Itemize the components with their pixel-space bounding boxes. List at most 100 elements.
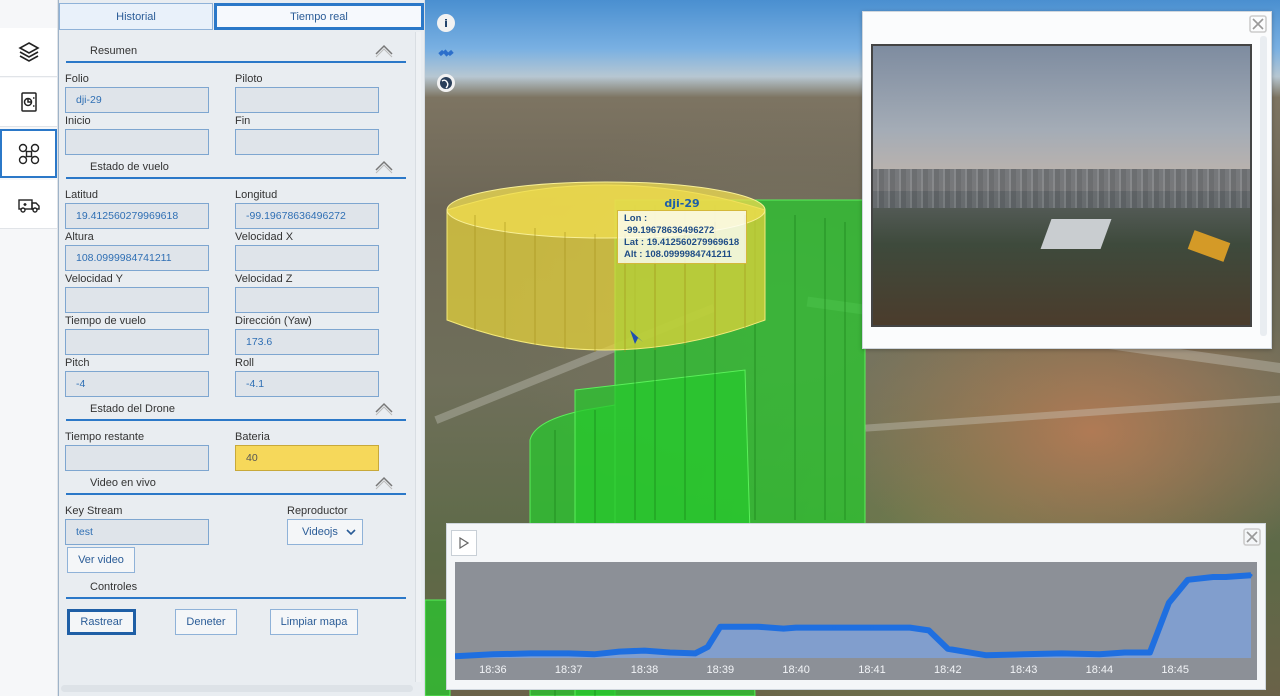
section-resumen[interactable]: Resumen xyxy=(66,41,406,63)
bateria-label: Bateria xyxy=(235,431,270,443)
chart-background xyxy=(455,562,1257,680)
data-point xyxy=(832,626,836,630)
x-tick-label: 18:45 xyxy=(1161,664,1189,676)
data-point xyxy=(794,626,798,630)
ver-video-button[interactable]: Ver video xyxy=(67,547,135,573)
x-tick-label: 18:41 xyxy=(858,664,886,676)
chevron-up-icon[interactable] xyxy=(374,158,394,174)
data-point xyxy=(1060,651,1063,655)
tiempo-vuelo-field[interactable] xyxy=(65,329,209,355)
velocidad-z-field[interactable] xyxy=(235,287,379,313)
tiempo-vuelo-label: Tiempo de vuelo xyxy=(65,315,146,327)
limpiar-mapa-button[interactable]: Limpiar mapa xyxy=(270,609,358,635)
folio-field[interactable]: dji-29 xyxy=(65,87,209,113)
section-title: Resumen xyxy=(90,45,138,57)
tab-historial[interactable]: Historial xyxy=(59,3,213,30)
video-skyline xyxy=(873,168,1250,208)
video-player[interactable] xyxy=(871,44,1252,327)
roll-field[interactable]: -4.1 xyxy=(235,371,379,397)
video-scrollbar[interactable] xyxy=(1260,36,1267,336)
fin-label: Fin xyxy=(235,115,251,127)
section-title: Estado de vuelo xyxy=(90,161,169,173)
x-tick-label: 18:40 xyxy=(782,664,810,676)
data-point xyxy=(927,628,931,632)
inicio-field[interactable] xyxy=(65,129,209,155)
report-button[interactable] xyxy=(0,78,57,127)
key-stream-label: Key Stream xyxy=(65,505,123,517)
section-estado-vuelo[interactable]: Estado de vuelo xyxy=(66,157,406,179)
direccion-field[interactable]: 173.6 xyxy=(235,329,379,355)
tooltip-lat: Lat : 19.412560279969618 xyxy=(624,237,740,248)
data-point xyxy=(1186,578,1190,582)
tab-tiempo-real[interactable]: Tiempo real xyxy=(214,3,424,30)
reproductor-label: Reproductor xyxy=(287,505,348,517)
section-title: Controles xyxy=(90,581,138,593)
panel-scrollbar-horizontal[interactable] xyxy=(61,685,413,692)
data-point xyxy=(592,652,596,656)
section-video[interactable]: Video en vivo xyxy=(66,473,406,495)
report-icon xyxy=(20,92,37,112)
velocidad-x-field[interactable] xyxy=(235,245,379,271)
section-controles[interactable]: Controles xyxy=(66,577,406,599)
fin-field[interactable] xyxy=(235,129,379,155)
data-point xyxy=(1211,575,1215,579)
drone-icon xyxy=(18,143,39,164)
section-title: Estado del Drone xyxy=(90,403,175,415)
video-window xyxy=(862,11,1272,349)
chevron-down-icon xyxy=(346,529,356,536)
rastrear-button[interactable]: Rastrear xyxy=(67,609,136,635)
close-icon[interactable] xyxy=(1249,15,1267,33)
longitud-field[interactable]: -99.19678636496272 xyxy=(235,203,379,229)
drone-label: dji-29 xyxy=(664,197,700,210)
data-point xyxy=(870,626,874,630)
drone-tooltip: dji-29 Lon : -99.19678636496272 Lat : 19… xyxy=(617,197,747,264)
velocidad-z-label: Velocidad Z xyxy=(235,273,293,285)
reproductor-select[interactable]: Videojs xyxy=(287,519,363,545)
velocidad-x-label: Velocidad X xyxy=(235,231,294,243)
direccion-label: Dirección (Yaw) xyxy=(235,315,312,327)
folio-label: Folio xyxy=(65,73,89,85)
data-point xyxy=(617,650,621,654)
data-point xyxy=(1167,601,1171,605)
video-building xyxy=(1040,218,1112,249)
velocidad-y-field[interactable] xyxy=(65,287,209,313)
data-point xyxy=(782,627,785,631)
chevron-up-icon[interactable] xyxy=(374,400,394,416)
bateria-field[interactable]: 40 xyxy=(235,445,379,471)
data-point xyxy=(693,651,697,655)
layers-icon xyxy=(17,42,40,62)
detener-button[interactable]: Deneter xyxy=(175,609,237,635)
data-point xyxy=(1022,652,1026,656)
data-point xyxy=(1097,652,1101,656)
truck-button[interactable] xyxy=(0,180,57,229)
play-button[interactable] xyxy=(451,530,477,556)
tab-bar: Historial Tiempo real xyxy=(59,3,425,30)
chevron-up-icon[interactable] xyxy=(374,474,394,490)
data-point xyxy=(718,625,722,629)
altura-label: Altura xyxy=(65,231,94,243)
chevron-up-icon[interactable] xyxy=(374,42,394,58)
x-tick-label: 18:38 xyxy=(631,664,659,676)
x-tick-label: 18:36 xyxy=(479,664,507,676)
data-point xyxy=(1224,575,1228,579)
section-estado-drone[interactable]: Estado del Drone xyxy=(66,399,406,421)
data-point xyxy=(643,649,646,653)
x-tick-label: 18:44 xyxy=(1086,664,1114,676)
panel-scrollbar[interactable] xyxy=(415,32,421,682)
piloto-field[interactable] xyxy=(235,87,379,113)
drone-button[interactable] xyxy=(0,129,57,178)
data-point xyxy=(1148,651,1152,654)
data-point xyxy=(756,625,760,629)
altura-field[interactable]: 108.0999984741211 xyxy=(65,245,209,271)
x-tick-label: 18:39 xyxy=(707,664,735,676)
layers-button[interactable] xyxy=(0,28,57,77)
data-point xyxy=(1123,651,1127,654)
tiempo-restante-field[interactable] xyxy=(65,445,209,471)
roll-label: Roll xyxy=(235,357,254,369)
close-icon[interactable] xyxy=(1243,528,1261,546)
flight-panel: Historial Tiempo real Resumen Folio dji-… xyxy=(59,0,425,696)
key-stream-field[interactable]: test xyxy=(65,519,209,545)
altitude-chart[interactable]: 18:36 18:37 18:38 18:39 18:40 18:41 18:42 18:43… xyxy=(455,562,1257,688)
latitud-field[interactable]: 19.412560279969618 xyxy=(65,203,209,229)
pitch-field[interactable]: -4 xyxy=(65,371,209,397)
